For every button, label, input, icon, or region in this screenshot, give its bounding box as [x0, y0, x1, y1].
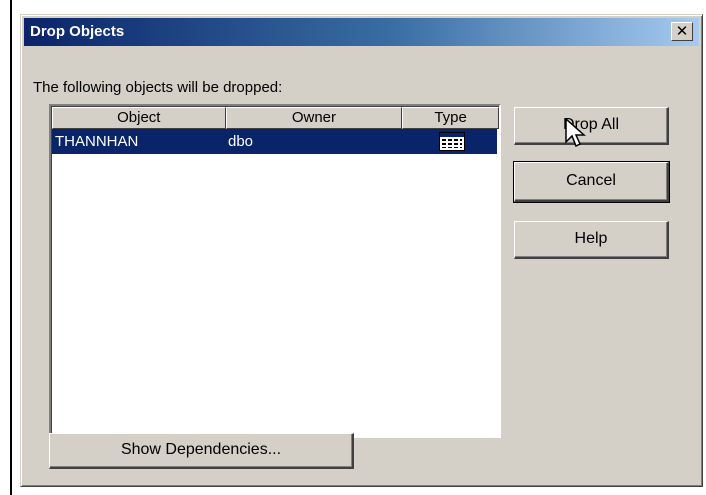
title-bar[interactable]: Drop Objects ✕: [24, 18, 699, 46]
show-dependencies-button[interactable]: Show Dependencies...: [49, 433, 354, 469]
cancel-button[interactable]: Cancel: [513, 161, 670, 203]
column-header-type[interactable]: Type: [402, 107, 499, 129]
list-header: Object Owner Type: [52, 107, 499, 129]
close-button[interactable]: ✕: [671, 22, 693, 41]
objects-list[interactable]: Object Owner Type THANNHAN dbo: [49, 104, 501, 438]
column-header-owner[interactable]: Owner: [225, 107, 403, 129]
mouse-pointer-icon: [565, 118, 586, 148]
drop-all-button[interactable]: Drop All: [514, 107, 669, 145]
objects-caption: The following objects will be dropped:: [33, 79, 283, 96]
row-owner: dbo: [228, 133, 254, 150]
window-title: Drop Objects: [30, 23, 125, 40]
drop-objects-dialog: Drop Objects ✕ The following objects wil…: [20, 14, 703, 487]
close-icon: ✕: [675, 22, 689, 40]
help-button[interactable]: Help: [514, 221, 669, 259]
row-object-name: THANNHAN: [55, 133, 139, 150]
list-row[interactable]: THANNHAN dbo: [52, 129, 497, 154]
outer-frame-line: [10, 0, 12, 495]
column-header-object[interactable]: Object: [52, 107, 226, 129]
table-icon: [439, 132, 465, 151]
